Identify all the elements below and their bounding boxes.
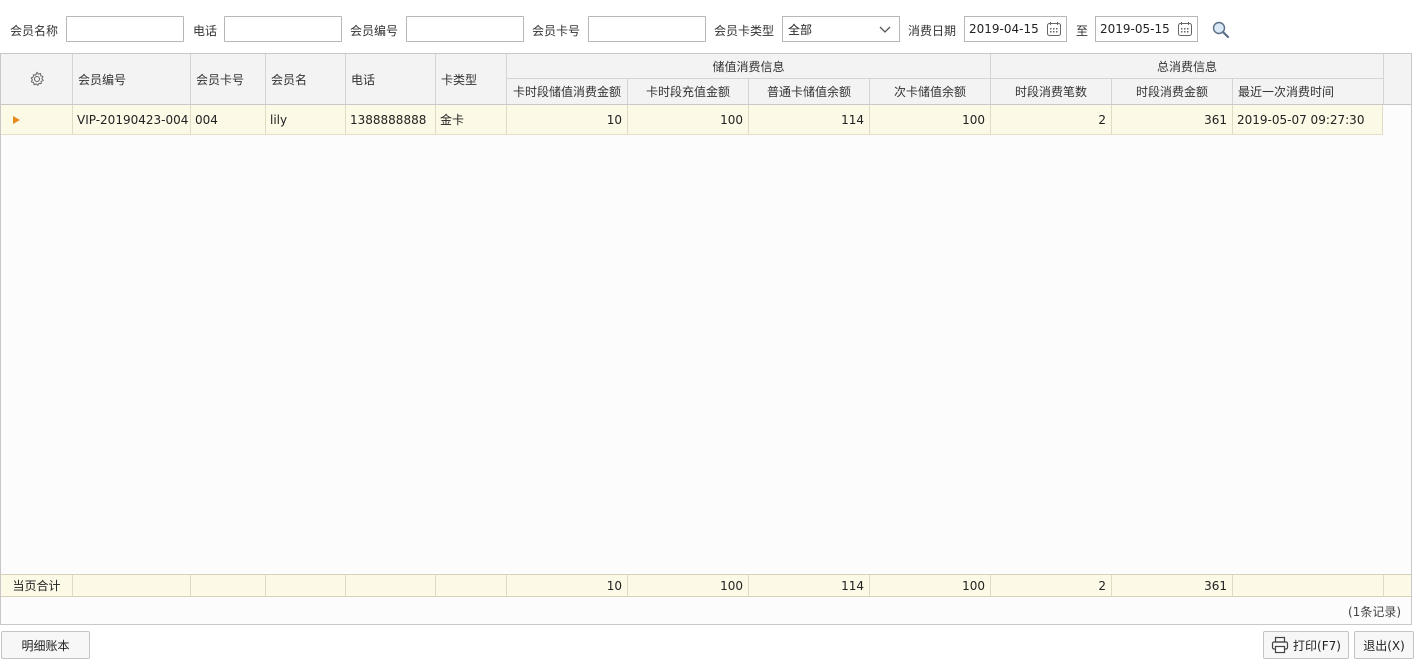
header-last-consume-time[interactable]: 最近一次消费时间 — [1233, 79, 1384, 104]
search-icon[interactable] — [1211, 20, 1231, 40]
header-group-stored: 储值消费信息 — [507, 54, 991, 79]
calendar-icon[interactable] — [1177, 21, 1193, 37]
cell-member-no: VIP-20190423-004 — [73, 105, 191, 134]
date-from-value: 2019-04-15 — [969, 22, 1039, 36]
printer-icon — [1271, 636, 1289, 654]
header-normal-balance[interactable]: 普通卡储值余额 — [749, 79, 870, 104]
header-consume-amount[interactable]: 时段消费金额 — [1112, 79, 1233, 104]
header-card-no[interactable]: 会员卡号 — [191, 54, 266, 104]
header-phone[interactable]: 电话 — [346, 54, 436, 104]
header-times-balance[interactable]: 次卡储值余额 — [870, 79, 991, 104]
exit-label: 退出(X) — [1363, 638, 1405, 653]
record-count: (1条记录) — [1348, 605, 1401, 619]
date-to-field[interactable]: 2019-05-15 — [1095, 16, 1198, 42]
totals-stored-consume: 10 — [507, 575, 628, 596]
detail-ledger-label: 明细账本 — [21, 638, 70, 653]
detail-ledger-button[interactable]: 明细账本 — [1, 631, 90, 659]
date-label: 消费日期 — [908, 24, 957, 38]
print-label: 打印(F7) — [1293, 638, 1341, 653]
date-from-field[interactable]: 2019-04-15 — [964, 16, 1067, 42]
cell-times-balance: 100 — [870, 105, 991, 134]
gear-icon[interactable] — [28, 70, 46, 88]
cell-card-type: 金卡 — [436, 105, 507, 134]
member-no-input[interactable] — [406, 16, 524, 42]
member-consumption-grid: 会员编号 会员卡号 会员名 电话 卡类型 储值消费信息 卡时段储值消费金额 卡时… — [0, 53, 1412, 625]
print-button[interactable]: 打印(F7) — [1263, 631, 1349, 659]
totals-recharge: 100 — [628, 575, 749, 596]
cell-phone: 1388888888 — [346, 105, 436, 134]
totals-empty — [73, 575, 191, 596]
calendar-icon[interactable] — [1046, 21, 1062, 37]
totals-empty — [346, 575, 436, 596]
cell-recharge: 100 — [628, 105, 749, 134]
row-indicator-cell — [1, 105, 73, 134]
header-card-type[interactable]: 卡类型 — [436, 54, 507, 104]
date-to-label: 至 — [1076, 24, 1089, 38]
totals-label: 当页合计 — [1, 575, 73, 596]
cell-last-consume-time: 2019-05-07 09:27:30 — [1233, 105, 1383, 134]
phone-input[interactable] — [224, 16, 342, 42]
header-member-no[interactable]: 会员编号 — [73, 54, 191, 104]
filter-bar: 会员名称 电话 会员编号 会员卡号 会员卡类型 全部 消费日期 2019-04-… — [0, 0, 1418, 52]
totals-consume-amount: 361 — [1112, 575, 1233, 596]
card-type-select[interactable]: 全部 — [782, 16, 900, 42]
chevron-down-icon — [879, 26, 891, 33]
phone-label: 电话 — [193, 24, 218, 38]
header-group-total: 总消费信息 — [991, 54, 1384, 79]
card-no-label: 会员卡号 — [532, 24, 581, 38]
member-name-input[interactable] — [66, 16, 184, 42]
cell-stored-consume: 10 — [507, 105, 628, 134]
cell-consume-amount: 361 — [1112, 105, 1233, 134]
cell-card-no: 004 — [191, 105, 266, 134]
totals-empty — [191, 575, 266, 596]
totals-empty — [436, 575, 507, 596]
cell-member-name: lily — [266, 105, 346, 134]
header-recharge[interactable]: 卡时段充值金额 — [628, 79, 749, 104]
card-type-value: 全部 — [788, 22, 813, 37]
header-consume-count[interactable]: 时段消费笔数 — [991, 79, 1112, 104]
cell-consume-count: 2 — [991, 105, 1112, 134]
member-name-label: 会员名称 — [10, 24, 59, 38]
totals-normal-balance: 114 — [749, 575, 870, 596]
totals-empty — [1233, 575, 1384, 596]
grid-header: 会员编号 会员卡号 会员名 电话 卡类型 储值消费信息 卡时段储值消费金额 卡时… — [1, 54, 1411, 105]
card-type-label: 会员卡类型 — [714, 24, 775, 38]
exit-button[interactable]: 退出(X) — [1354, 631, 1414, 659]
totals-consume-count: 2 — [991, 575, 1112, 596]
totals-times-balance: 100 — [870, 575, 991, 596]
row-indicator-icon — [13, 115, 20, 124]
totals-row: 当页合计 10 100 114 100 2 361 — [1, 574, 1411, 597]
header-member-name[interactable]: 会员名 — [266, 54, 346, 104]
date-to-value: 2019-05-15 — [1100, 22, 1170, 36]
table-row[interactable]: VIP-20190423-004 004 lily 1388888888 金卡 … — [1, 105, 1383, 135]
header-stored-consume[interactable]: 卡时段储值消费金额 — [507, 79, 628, 104]
card-no-input[interactable] — [588, 16, 706, 42]
totals-empty — [266, 575, 346, 596]
cell-normal-balance: 114 — [749, 105, 870, 134]
column-settings[interactable] — [1, 54, 73, 104]
member-no-label: 会员编号 — [350, 24, 399, 38]
